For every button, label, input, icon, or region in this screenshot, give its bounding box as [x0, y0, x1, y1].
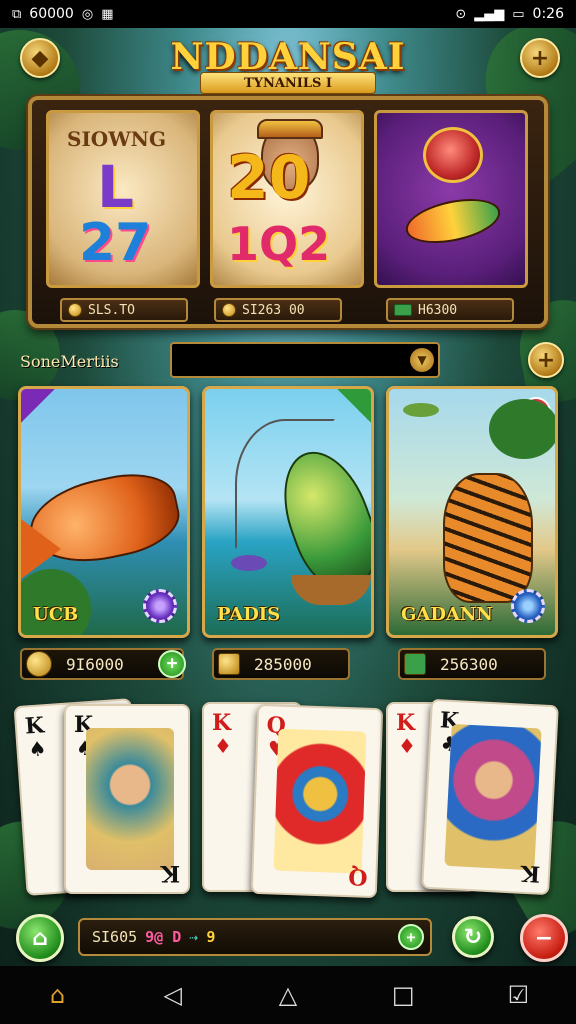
card-suit: ♦ — [214, 734, 232, 758]
fish-art — [401, 191, 505, 251]
back-icon[interactable]: ◁ — [143, 981, 203, 1009]
refresh-button[interactable]: ↻ — [452, 916, 494, 958]
bet-value: SI605 — [92, 928, 138, 946]
system-nav-bar: ⌂ ◁ △ □ ☑ — [0, 966, 576, 1024]
card-rank: K — [396, 710, 416, 736]
card-character-art — [444, 723, 542, 871]
cash-icon — [404, 653, 426, 675]
card-rank-bottom: K — [520, 859, 541, 887]
battery-icon: ▭ — [512, 6, 525, 22]
status-time: 0:26 — [532, 6, 564, 22]
slot-tile-2[interactable]: 20 1Q2 — [210, 110, 364, 288]
signal-icon: ▂▄▆ — [474, 6, 505, 22]
small-fish-art — [231, 555, 267, 571]
slot-symbol-bottom: 27 — [79, 213, 152, 273]
add-bet-button[interactable]: + — [398, 924, 424, 950]
slot-symbol-top: L — [97, 153, 134, 221]
slot-value-1: SLS.TO — [60, 298, 188, 322]
game-balance-text: 256300 — [440, 654, 498, 674]
recents-icon[interactable]: □ — [373, 981, 433, 1009]
featured-slots-panel: SIOWNG L 27 20 1Q2 SLS.TO SI263 00 H6300 — [28, 96, 548, 328]
card-character-art — [86, 728, 174, 870]
plus-icon: + — [536, 347, 556, 373]
game-card-label: GADANN — [401, 604, 493, 625]
status-left-text: 60000 — [29, 6, 74, 22]
slot-tile-3[interactable] — [374, 110, 528, 288]
bet-bar: SI605 9@ D ⇢ 9 + — [78, 918, 432, 956]
game-balance-2: 285000 — [212, 648, 350, 680]
playing-card-6[interactable]: K ♣ K — [421, 698, 559, 896]
bet-extra: 9 — [206, 928, 216, 946]
grid-icon: ▦ — [101, 6, 114, 22]
corner-ribbon — [337, 389, 371, 423]
coin-icon — [68, 303, 82, 317]
chevron-down-icon[interactable]: ▼ — [410, 348, 434, 372]
slot-value-3: H6300 — [386, 298, 514, 322]
plus-icon: + — [530, 45, 550, 71]
notes-icon[interactable]: ☑ — [488, 981, 548, 1009]
slot-tile-1[interactable]: SIOWNG L 27 — [46, 110, 200, 288]
circle-icon: ◎ — [81, 6, 94, 22]
card-suit: ♠ — [27, 736, 48, 762]
slot-value-2: SI263 00 — [214, 298, 342, 322]
search-input[interactable]: ▼ — [170, 342, 440, 378]
home-icon[interactable]: ⌂ — [28, 981, 88, 1009]
game-card-2[interactable]: PADIS — [202, 386, 374, 638]
minus-icon: − — [534, 925, 554, 951]
game-balance-1: 9I6000 + — [20, 648, 186, 680]
game-card-label: PADIS — [217, 604, 281, 625]
chip-icon — [511, 589, 545, 623]
slot-title: SIOWNG — [67, 127, 167, 151]
slot-value-text: H6300 — [418, 302, 458, 318]
slot-symbol-bottom: 1Q2 — [227, 217, 331, 271]
game-card-3[interactable]: GADANN — [386, 386, 558, 638]
coin-icon — [222, 303, 236, 317]
character-hat — [257, 119, 323, 139]
slot-value-text: SI263 00 — [242, 302, 305, 318]
corner-ribbon — [21, 389, 55, 423]
diamond-button[interactable]: ◆ — [20, 38, 60, 78]
slot-symbol-top: 20 — [227, 143, 311, 213]
card-rank-bottom: Q — [347, 863, 368, 890]
bet-chips: 9@ D — [145, 928, 182, 946]
chest-icon — [218, 653, 240, 675]
section-label: SoneMertiis — [20, 352, 119, 371]
card-suit: ♦ — [398, 734, 416, 758]
game-balance-text: 285000 — [254, 654, 312, 674]
game-balance-text: 9I6000 — [66, 654, 124, 674]
palm-tree — [489, 399, 555, 459]
card-rank-bottom: K — [160, 860, 180, 886]
playing-card-4[interactable]: Q ♥ Q — [250, 703, 384, 899]
location-icon: ⊙ — [455, 6, 467, 22]
home-outline-icon[interactable]: △ — [258, 981, 318, 1009]
chip-icon — [143, 589, 177, 623]
remove-button[interactable]: − — [520, 914, 568, 962]
add-button-top[interactable]: + — [520, 38, 560, 78]
card-emblem-art — [273, 728, 367, 874]
boat-art — [291, 575, 371, 605]
game-balance-3: 256300 — [398, 648, 546, 680]
game-card-label: UCB — [33, 604, 79, 625]
cash-icon — [394, 304, 412, 316]
add-balance-button[interactable]: + — [158, 650, 186, 678]
sun-coin-icon — [26, 651, 52, 677]
tiger-art — [443, 473, 533, 603]
diamond-icon: ◆ — [31, 45, 49, 71]
game-subtitle: TYNANILS I — [200, 72, 376, 94]
small-fish-art — [403, 403, 439, 417]
screen-icon: ⧉ — [12, 6, 22, 22]
status-bar: ⧉ 60000 ◎ ▦ ⊙ ▂▄▆ ▭ 0:26 — [0, 0, 576, 28]
playing-card-2[interactable]: K ♠ K — [64, 704, 190, 894]
add-button-section[interactable]: + — [528, 342, 564, 378]
arrow-icon: ⇢ — [189, 928, 199, 946]
slot-value-text: SLS.TO — [88, 302, 135, 318]
game-card-1[interactable]: UCB — [18, 386, 190, 638]
house-icon: ⌂ — [32, 925, 48, 951]
card-rank: K — [212, 710, 232, 736]
fish-mask-art — [423, 127, 483, 183]
home-button[interactable]: ⌂ — [16, 914, 64, 962]
refresh-icon: ↻ — [463, 924, 483, 950]
